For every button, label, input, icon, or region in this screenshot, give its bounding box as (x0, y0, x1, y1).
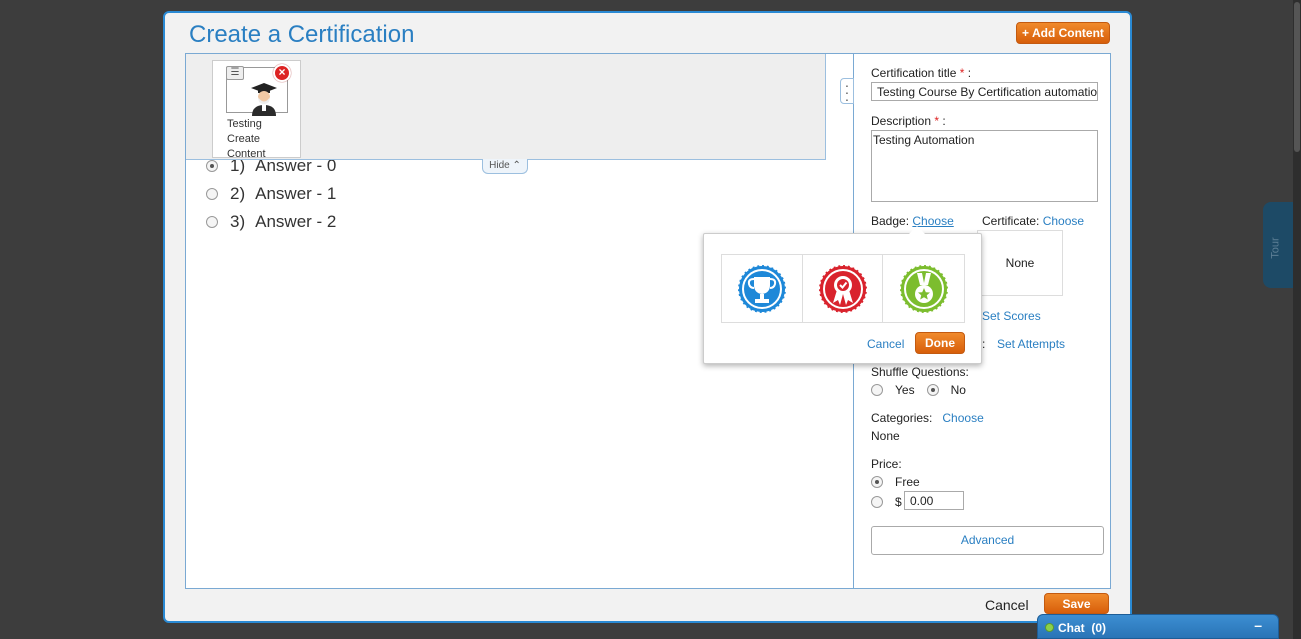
answer-text: Answer - 2 (255, 212, 337, 231)
star-medal-badge-icon (898, 263, 949, 314)
scrollbar-thumb[interactable] (1294, 2, 1300, 152)
chat-label: Chat (0) (1058, 621, 1106, 635)
popover-cancel-link[interactable]: Cancel (867, 337, 904, 351)
create-certification-modal: Create a Certification + Add Content 1) … (163, 11, 1132, 623)
content-card-label: Testing Create Content (227, 117, 287, 162)
minimize-icon[interactable]: – (1254, 617, 1262, 633)
attempts-colon: : (982, 337, 986, 351)
certificate-preview: None (977, 230, 1063, 296)
price-free-option: Free (871, 475, 920, 489)
categories-row: Categories: Choose (871, 411, 984, 425)
content-card[interactable]: ☰ × Testing Create Content (212, 60, 301, 160)
add-content-button[interactable]: + Add Content (1016, 22, 1110, 44)
price-label: Price: (871, 457, 902, 471)
ribbon-badge-icon (817, 263, 868, 314)
modal-title: Create a Certification (189, 21, 415, 48)
badge-label: Badge: (871, 214, 910, 228)
answer-number: 3) (230, 212, 246, 231)
chevron-up-icon: ⌃ (512, 160, 521, 171)
modal-cancel-button[interactable]: Cancel (985, 597, 1029, 613)
shuffle-yes-label: Yes (895, 383, 915, 397)
tour-tab[interactable]: Tour (1263, 202, 1293, 288)
shuffle-label: Shuffle Questions: (871, 365, 969, 379)
certificate-label: Certificate: (982, 214, 1040, 228)
card-label-line: Create (227, 133, 261, 145)
content-strip: ☰ × Testing Create Content (186, 54, 826, 160)
vertical-dots-icon[interactable]: · · · (840, 78, 854, 106)
certificate-label-row: Certificate: Choose (982, 214, 1084, 228)
categories-value: None (871, 429, 900, 443)
set-attempts-link[interactable]: Set Attempts (997, 337, 1065, 351)
remove-icon[interactable]: × (273, 64, 291, 82)
trophy-badge-icon (736, 263, 787, 314)
online-status-icon (1045, 623, 1054, 632)
answer-text: Answer - 1 (255, 184, 337, 203)
page-scrollbar[interactable] (1293, 0, 1301, 639)
badge-grid (721, 254, 965, 323)
popover-done-button[interactable]: Done (915, 332, 965, 354)
description-label: Description * : (871, 114, 946, 128)
price-currency: $ (895, 495, 902, 509)
hide-label: Hide (489, 160, 510, 171)
categories-choose-link[interactable]: Choose (942, 411, 983, 425)
modal-save-button[interactable]: Save (1044, 593, 1109, 614)
card-label-line: Testing (227, 118, 262, 130)
shuffle-no-label: No (950, 383, 966, 397)
set-scores-link[interactable]: Set Scores (982, 309, 1041, 323)
shuffle-no-radio[interactable] (926, 384, 939, 396)
cert-title-input[interactable]: Testing Course By Certification automati… (871, 82, 1098, 101)
required-marker: * (959, 66, 965, 80)
categories-label: Categories: (871, 411, 933, 425)
hide-strip-tab[interactable]: Hide ⌃ (482, 159, 528, 174)
answer-radio[interactable] (206, 160, 218, 172)
description-textarea[interactable]: Testing Automation (871, 130, 1098, 202)
label-colon: : (967, 66, 972, 80)
answer-option[interactable]: 2) Answer - 1 (206, 184, 336, 204)
cert-title-label-text: Certification title (871, 66, 957, 80)
card-label-line: Content (227, 148, 266, 160)
required-marker: * (934, 114, 940, 128)
price-free-label: Free (895, 475, 920, 489)
label-colon: : (942, 114, 946, 128)
answer-radio[interactable] (206, 216, 218, 228)
price-input[interactable]: 0.00 (904, 491, 964, 510)
advanced-button[interactable]: Advanced (871, 526, 1104, 555)
shuffle-options: Yes No (871, 383, 966, 397)
answer-option[interactable]: 3) Answer - 2 (206, 212, 336, 232)
badge-chooser-popover: Cancel Done (703, 226, 982, 364)
graduate-icon (251, 83, 277, 116)
badge-option-trophy[interactable] (722, 255, 803, 322)
certificate-choose-link[interactable]: Choose (1043, 214, 1084, 228)
badge-option-ribbon[interactable] (803, 255, 884, 322)
badge-option-star-medal[interactable] (883, 255, 964, 322)
price-amount-radio[interactable] (871, 496, 883, 508)
shuffle-yes-radio[interactable] (871, 384, 883, 396)
price-free-radio[interactable] (871, 476, 883, 488)
price-amount-option: $ (871, 495, 905, 509)
chat-title: Chat (1058, 621, 1085, 635)
popover-arrow (909, 226, 925, 234)
description-label-text: Description (871, 114, 932, 128)
answer-radio[interactable] (206, 188, 218, 200)
answer-number: 2) (230, 184, 246, 203)
menu-icon[interactable]: ☰ (226, 66, 244, 80)
tour-label: Tour (1269, 237, 1282, 259)
chat-count: (0) (1091, 621, 1107, 635)
cert-title-label: Certification title * : (871, 66, 971, 80)
chat-widget[interactable]: Chat (0) – (1037, 614, 1279, 639)
